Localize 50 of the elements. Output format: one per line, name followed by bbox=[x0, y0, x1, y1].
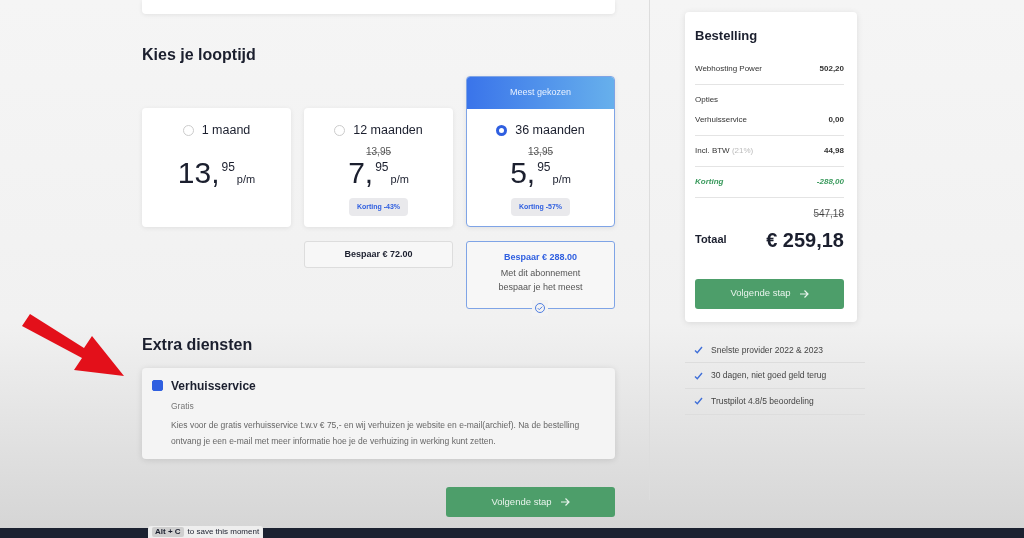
usp-text: 30 dagen, niet goed geld terug bbox=[711, 369, 827, 382]
order-value: 0,00 bbox=[828, 113, 844, 126]
old-total: 547,18 bbox=[813, 207, 844, 219]
arrow-right-icon bbox=[559, 497, 570, 508]
service-description: Kies voor de gratis verhuisservice t.w.v € 75,- en wij verhuizen je website en e-mail(archief). Na de bestelling ontvang je een e-mail met meer informatie hoe je de verhuizing in werking kunt zetten. bbox=[171, 419, 581, 449]
order-label: Webhosting Power bbox=[695, 63, 762, 73]
price-cents: 95 bbox=[537, 158, 551, 176]
service-name: Verhuisservice bbox=[171, 378, 257, 396]
ribbon-label: Meest gekozen bbox=[467, 77, 614, 109]
service-price: Gratis bbox=[171, 400, 195, 414]
order-group-heading: Opties bbox=[695, 93, 720, 106]
price-unit: p/m bbox=[390, 172, 409, 188]
checkbox[interactable] bbox=[152, 380, 163, 392]
savings-amount: Bespaar € 288.00 bbox=[503, 251, 578, 262]
order-value: 44,98 bbox=[823, 144, 844, 157]
price-cents: 95 bbox=[221, 158, 235, 176]
price-whole: 5, bbox=[510, 157, 536, 188]
order-value: -288,00 bbox=[816, 175, 844, 188]
checkmark-icon bbox=[694, 371, 703, 380]
checkmark-icon bbox=[694, 345, 703, 354]
order-label: Incl. BTW bbox=[695, 145, 730, 155]
price-cents: 95 bbox=[375, 158, 389, 176]
old-price: 13,95 bbox=[366, 145, 391, 157]
tax-rate: (21%) bbox=[731, 145, 754, 155]
total-label: Totaal bbox=[695, 232, 727, 248]
savings-note: Met dit abonnement bespaar je het meest bbox=[497, 267, 584, 295]
order-value: 502,20 bbox=[819, 62, 844, 75]
price-whole: 7, bbox=[348, 157, 374, 188]
price-unit: p/m bbox=[552, 172, 571, 188]
plan-label: 1 maand bbox=[201, 121, 251, 139]
price-unit: p/m bbox=[236, 172, 256, 188]
savings-label: Bespaar € 72.00 bbox=[304, 240, 453, 269]
checkmark-icon bbox=[694, 397, 703, 406]
plan-label: 36 maanden bbox=[515, 121, 585, 139]
order-label: Verhuisservice bbox=[695, 114, 748, 124]
usp-text: Trustpilot 4.8/5 beoordeling bbox=[711, 395, 814, 408]
total-amount: € 259,18 bbox=[766, 227, 844, 253]
order-title: Bestelling bbox=[695, 27, 759, 45]
shortcut-key: Alt + C bbox=[152, 527, 184, 537]
price-whole: 13, bbox=[177, 157, 220, 188]
radio-button[interactable] bbox=[496, 124, 508, 136]
arrow-right-icon bbox=[798, 288, 809, 299]
old-price: 13,95 bbox=[528, 145, 553, 157]
arrow-icon bbox=[22, 312, 126, 378]
section-heading: Extra diensten bbox=[142, 335, 254, 355]
tooltip-text: to save this moment bbox=[187, 527, 260, 537]
plan-label: 12 maanden bbox=[353, 121, 423, 139]
order-label: Korting bbox=[695, 176, 724, 186]
section-heading: Kies je looptijd bbox=[142, 45, 257, 65]
usp-text: Snelste provider 2022 & 2023 bbox=[711, 343, 823, 357]
